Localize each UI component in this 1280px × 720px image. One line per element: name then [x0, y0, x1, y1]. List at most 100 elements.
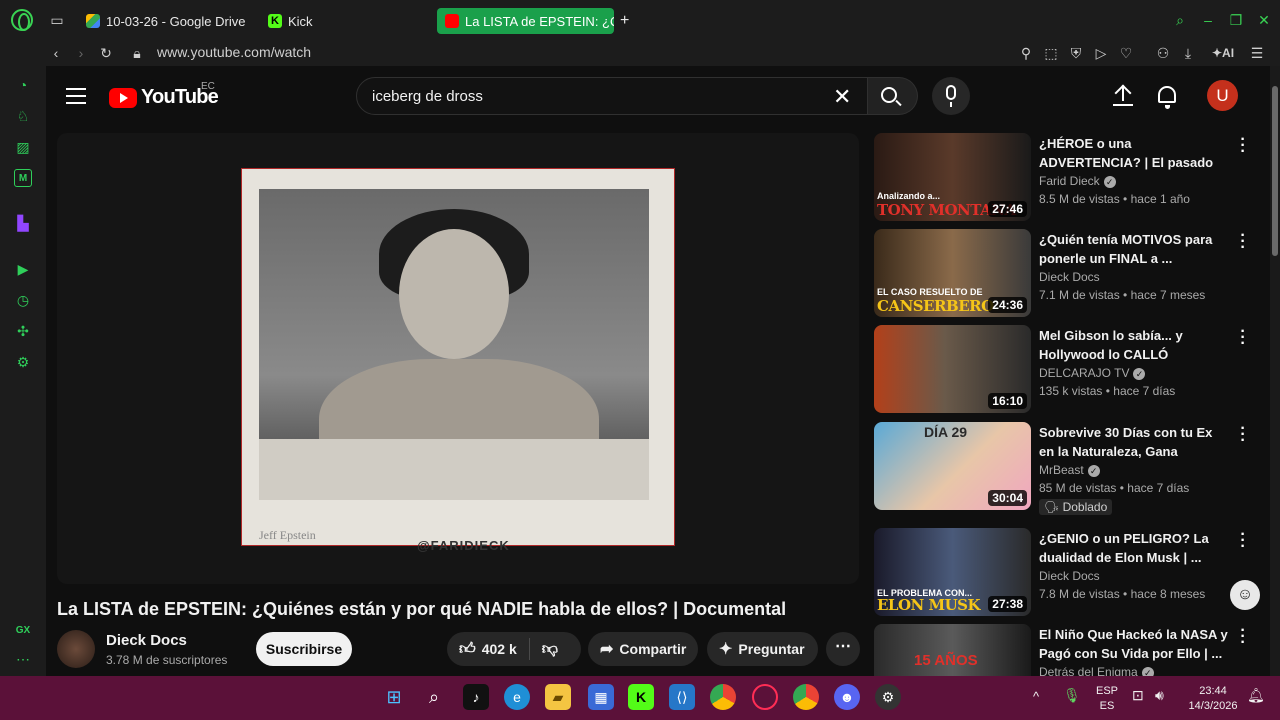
rec-thumbnail[interactable]: EL PROBLEMA CON... ELON MUSK 27:38: [874, 528, 1031, 616]
scrollbar-thumb[interactable]: [1272, 86, 1278, 256]
notifications-bell-icon[interactable]: [1158, 86, 1176, 109]
close-window-icon[interactable]: ✕: [1256, 12, 1272, 28]
tab-youtube-active[interactable]: La LISTA de EPSTEIN: ¿Qu: [437, 8, 614, 34]
gx-control-icon[interactable]: ◔: [14, 76, 32, 94]
cleaner-icon[interactable]: ▨: [14, 138, 32, 156]
pin-icon[interactable]: ⚲: [1017, 44, 1035, 62]
maximize-icon[interactable]: ❐: [1228, 12, 1244, 28]
search-input[interactable]: iceberg de dross ✕: [356, 77, 868, 115]
download-icon[interactable]: ⤓: [1179, 44, 1197, 62]
rec-menu-icon[interactable]: · · ·: [1240, 623, 1246, 651]
like-count[interactable]: 402 k: [482, 641, 517, 657]
like-icon[interactable]: 👍︎: [459, 640, 476, 659]
windows-search-icon[interactable]: ⌕: [421, 684, 447, 710]
opera-gx-logo-icon[interactable]: [11, 9, 33, 31]
video-player[interactable]: Jeff Epstein @FARIDIECK: [57, 133, 859, 584]
tab-google-drive[interactable]: 10-03-26 - Google Drive: [78, 8, 248, 34]
new-tab-button[interactable]: +: [616, 8, 638, 34]
player-icon[interactable]: ▶: [14, 260, 32, 278]
search-tabs-icon[interactable]: ⌕: [1172, 12, 1188, 28]
rec-video-item[interactable]: Analizando a... TONY MONTANA 27:46 ¿HÉRO…: [874, 132, 1264, 221]
page-scrollbar[interactable]: [1270, 66, 1280, 676]
gx-corner-icon[interactable]: ♘: [14, 107, 32, 125]
lock-icon[interactable]: 🔒︎: [128, 44, 146, 62]
rec-channel[interactable]: DELCARAJO TV ✓: [1039, 366, 1146, 380]
network-icon[interactable]: ⊡: [1132, 688, 1144, 703]
rec-title[interactable]: ¿GENIO o un PELIGRO? La dualidad de Elon…: [1039, 529, 1229, 567]
rec-channel[interactable]: MrBeast ✓: [1039, 463, 1100, 477]
rec-channel[interactable]: Dieck Docs: [1039, 569, 1100, 583]
account-avatar[interactable]: U: [1207, 80, 1238, 111]
messenger-icon[interactable]: M: [14, 169, 32, 187]
rec-channel[interactable]: Farid Dieck ✓: [1039, 174, 1116, 188]
rec-thumbnail[interactable]: EL CASO RESUELTO DE CANSERBERO 24:36: [874, 229, 1031, 317]
edge-icon[interactable]: e: [504, 684, 530, 710]
dislike-icon[interactable]: 👎︎: [542, 640, 558, 659]
notification-icon[interactable]: 🔔︎: [1247, 688, 1265, 703]
forward-icon[interactable]: ›: [72, 44, 90, 62]
easy-setup-menu-icon[interactable]: ☰: [1248, 44, 1266, 62]
microphone-tray-icon[interactable]: 🎙︎: [1063, 688, 1081, 703]
back-icon[interactable]: ‹: [47, 44, 65, 62]
subscribe-button[interactable]: Suscribirse: [256, 632, 352, 666]
file-explorer-icon[interactable]: ▰: [545, 684, 571, 710]
rec-menu-icon[interactable]: · · ·: [1240, 421, 1246, 449]
rec-title[interactable]: ¿HÉROE o una ADVERTENCIA? | El pasado de…: [1039, 134, 1229, 172]
rec-thumbnail[interactable]: Analizando a... TONY MONTANA 27:46: [874, 133, 1031, 221]
reload-icon[interactable]: ↻: [97, 44, 115, 62]
chrome-icon[interactable]: [710, 684, 736, 710]
tab-kick[interactable]: K Kick: [260, 8, 370, 34]
rec-menu-icon[interactable]: · · ·: [1240, 132, 1246, 160]
rec-title[interactable]: Mel Gibson lo sabía... y Hollywood lo CA…: [1039, 326, 1229, 364]
floating-assistant-avatar-icon[interactable]: ☺: [1230, 580, 1260, 610]
clock[interactable]: 23:44 14/3/2026: [1184, 684, 1242, 714]
channel-avatar[interactable]: [57, 630, 95, 668]
volume-icon[interactable]: 🔊︎: [1155, 688, 1164, 703]
rec-video-item[interactable]: 15 AÑOS El Niño Que Hackeó la NASA y Pag…: [874, 623, 1264, 676]
send-icon[interactable]: ▷: [1092, 44, 1110, 62]
snapshot-icon[interactable]: ⬚: [1042, 44, 1060, 62]
vscode-icon[interactable]: ⟨⟩: [669, 684, 695, 710]
search-button[interactable]: [868, 77, 918, 115]
sidebar-more-icon[interactable]: ⋯: [14, 650, 32, 668]
rec-thumbnail[interactable]: 16:10: [874, 325, 1031, 413]
extensions-icon[interactable]: ✣: [14, 322, 32, 340]
tab-workspaces-icon[interactable]: ▭: [49, 12, 65, 28]
discord-icon[interactable]: ☻: [834, 684, 860, 710]
clear-search-icon[interactable]: ✕: [833, 84, 851, 110]
language-indicator[interactable]: ESP ES: [1094, 684, 1120, 714]
rec-video-item[interactable]: DÍA 29 30:04 Sobrevive 30 Días con tu Ex…: [874, 421, 1264, 527]
rec-title[interactable]: El Niño Que Hackeó la NASA y Pagó con Su…: [1039, 625, 1229, 663]
rec-thumbnail[interactable]: DÍA 29 30:04: [874, 422, 1031, 510]
minimize-icon[interactable]: –: [1200, 12, 1216, 28]
guide-menu-icon[interactable]: [66, 88, 86, 104]
rec-video-item[interactable]: 16:10 Mel Gibson lo sabía... y Hollywood…: [874, 324, 1264, 413]
rec-menu-icon[interactable]: · · ·: [1240, 527, 1246, 555]
ask-button[interactable]: ✦ Preguntar: [707, 632, 818, 666]
rec-channel[interactable]: Detrás del Enigma ✓: [1039, 665, 1154, 676]
more-actions-icon[interactable]: ⋯: [826, 632, 860, 666]
rec-video-item[interactable]: EL PROBLEMA CON... ELON MUSK 27:38 ¿GENI…: [874, 527, 1264, 616]
twitch-icon[interactable]: ▙: [14, 214, 32, 232]
chrome-profile-icon[interactable]: [793, 684, 819, 710]
control-panel-icon[interactable]: ▦: [588, 684, 614, 710]
rec-title[interactable]: Sobrevive 30 Días con tu Ex en la Natura…: [1039, 423, 1229, 461]
share-button[interactable]: ➦ Compartir: [588, 632, 698, 666]
wallet-icon[interactable]: ⚇: [1154, 44, 1172, 62]
channel-name[interactable]: Dieck Docs: [106, 632, 187, 649]
url-field[interactable]: www.youtube.com/watch: [157, 44, 311, 60]
history-icon[interactable]: ◷: [14, 291, 32, 309]
heart-icon[interactable]: ♡: [1117, 44, 1135, 62]
rec-menu-icon[interactable]: · · ·: [1240, 324, 1246, 352]
rec-thumbnail[interactable]: 15 AÑOS: [874, 624, 1031, 676]
adblock-shield-icon[interactable]: ⛨: [1067, 44, 1085, 62]
rec-video-item[interactable]: EL CASO RESUELTO DE CANSERBERO 24:36 ¿Qu…: [874, 228, 1264, 317]
rec-title[interactable]: ¿Quién tenía MOTIVOS para ponerle un FIN…: [1039, 230, 1229, 268]
tiktok-icon[interactable]: ♪: [463, 684, 489, 710]
rec-menu-icon[interactable]: · · ·: [1240, 228, 1246, 256]
windows-start-icon[interactable]: ⊞: [381, 684, 407, 710]
tray-expand-icon[interactable]: ^: [1033, 689, 1039, 704]
kick-app-icon[interactable]: K: [628, 684, 654, 710]
rec-channel[interactable]: Dieck Docs: [1039, 270, 1100, 284]
ai-button[interactable]: ✦AI: [1208, 44, 1238, 62]
